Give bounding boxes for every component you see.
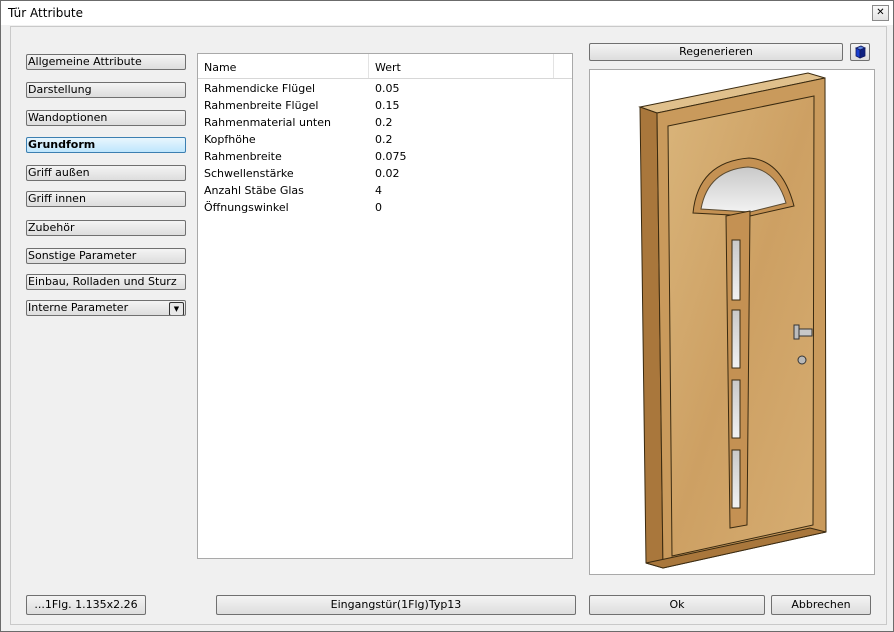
nav-grundform[interactable]: Grundform bbox=[26, 137, 186, 153]
cell-value[interactable]: 0.15 bbox=[375, 99, 400, 112]
cell-name: Rahmenbreite Flügel bbox=[204, 99, 319, 112]
window-title: Tür Attribute bbox=[8, 6, 84, 20]
table-row[interactable]: Anzahl Stäbe Glas 4 bbox=[198, 182, 572, 199]
close-button[interactable]: ✕ bbox=[872, 5, 889, 21]
cube-icon bbox=[855, 45, 866, 59]
table-row[interactable]: Schwellenstärke 0.02 bbox=[198, 165, 572, 182]
size-button[interactable]: ...1Flg. 1.135x2.26 bbox=[26, 595, 146, 615]
nav-darstellung[interactable]: Darstellung bbox=[26, 82, 186, 98]
cell-name: Rahmenbreite bbox=[204, 150, 282, 163]
table-row[interactable]: Öffnungswinkel 0 bbox=[198, 199, 572, 216]
cell-value[interactable]: 0.02 bbox=[375, 167, 400, 180]
nav-label: Sonstige Parameter bbox=[28, 249, 137, 262]
column-header-name[interactable]: Name bbox=[204, 61, 236, 74]
nav-allgemeine-attribute[interactable]: Allgemeine Attribute bbox=[26, 54, 186, 70]
cell-value[interactable]: 0.2 bbox=[375, 133, 393, 146]
nav-label: Grundform bbox=[28, 138, 96, 151]
door-type-button[interactable]: Eingangstür(1Flg)Typ13 bbox=[216, 595, 576, 615]
column-header-value[interactable]: Wert bbox=[375, 61, 401, 74]
close-icon: ✕ bbox=[876, 7, 885, 18]
cell-name: Schwellenstärke bbox=[204, 167, 294, 180]
nav-sonstige-parameter[interactable]: Sonstige Parameter bbox=[26, 248, 186, 264]
regenerate-button[interactable]: Regenerieren bbox=[589, 43, 843, 61]
door-preview[interactable] bbox=[589, 69, 875, 575]
nav-label: Darstellung bbox=[28, 83, 92, 96]
dialog-window: Tür Attribute ✕ Allgemeine Attribute Dar… bbox=[0, 0, 894, 632]
table-header: Name Wert bbox=[198, 54, 572, 79]
cell-value[interactable]: 0.075 bbox=[375, 150, 407, 163]
table-row[interactable]: Rahmendicke Flügel 0.05 bbox=[198, 80, 572, 97]
nav-zubehoer[interactable]: Zubehör bbox=[26, 220, 186, 236]
cancel-button[interactable]: Abbrechen bbox=[771, 595, 871, 615]
cell-value[interactable]: 0 bbox=[375, 201, 382, 214]
title-bar: Tür Attribute ✕ bbox=[1, 1, 893, 25]
table-row[interactable]: Rahmenbreite Flügel 0.15 bbox=[198, 97, 572, 114]
nav-label: Interne Parameter bbox=[28, 301, 129, 314]
nav-label: Zubehör bbox=[28, 221, 75, 234]
nav-label: Wandoptionen bbox=[28, 111, 108, 124]
chevron-down-icon[interactable]: ▼ bbox=[169, 302, 184, 315]
column-divider[interactable] bbox=[553, 54, 554, 78]
nav-label: Einbau, Rolladen und Sturz bbox=[28, 275, 177, 288]
door-3d-image bbox=[638, 72, 827, 569]
cell-value[interactable]: 0.2 bbox=[375, 116, 393, 129]
table-row[interactable]: Rahmenbreite 0.075 bbox=[198, 148, 572, 165]
nav-griff-innen[interactable]: Griff innen bbox=[26, 191, 186, 207]
cell-name: Kopfhöhe bbox=[204, 133, 256, 146]
cell-name: Anzahl Stäbe Glas bbox=[204, 184, 304, 197]
table-row[interactable]: Kopfhöhe 0.2 bbox=[198, 131, 572, 148]
dialog-client-area: Allgemeine Attribute Darstellung Wandopt… bbox=[10, 26, 887, 625]
table-row[interactable]: Rahmenmaterial unten 0.2 bbox=[198, 114, 572, 131]
nav-label: Allgemeine Attribute bbox=[28, 55, 142, 68]
cell-name: Rahmendicke Flügel bbox=[204, 82, 316, 95]
nav-griff-aussen[interactable]: Griff außen bbox=[26, 165, 186, 181]
cell-name: Rahmenmaterial unten bbox=[204, 116, 331, 129]
attribute-table: Name Wert Rahmendicke Flügel 0.05 Rahmenb… bbox=[197, 53, 573, 559]
cell-name: Öffnungswinkel bbox=[204, 201, 289, 214]
view-cube-button[interactable] bbox=[850, 43, 870, 61]
cell-value[interactable]: 4 bbox=[375, 184, 382, 197]
nav-wandoptionen[interactable]: Wandoptionen bbox=[26, 110, 186, 126]
column-divider[interactable] bbox=[368, 54, 369, 78]
nav-label: Griff außen bbox=[28, 166, 90, 179]
nav-einbau-rolladen-sturz[interactable]: Einbau, Rolladen und Sturz bbox=[26, 274, 186, 290]
nav-label: Griff innen bbox=[28, 192, 86, 205]
cell-value[interactable]: 0.05 bbox=[375, 82, 400, 95]
nav-interne-parameter-dropdown[interactable]: Interne Parameter ▼ bbox=[26, 300, 186, 316]
ok-button[interactable]: Ok bbox=[589, 595, 765, 615]
